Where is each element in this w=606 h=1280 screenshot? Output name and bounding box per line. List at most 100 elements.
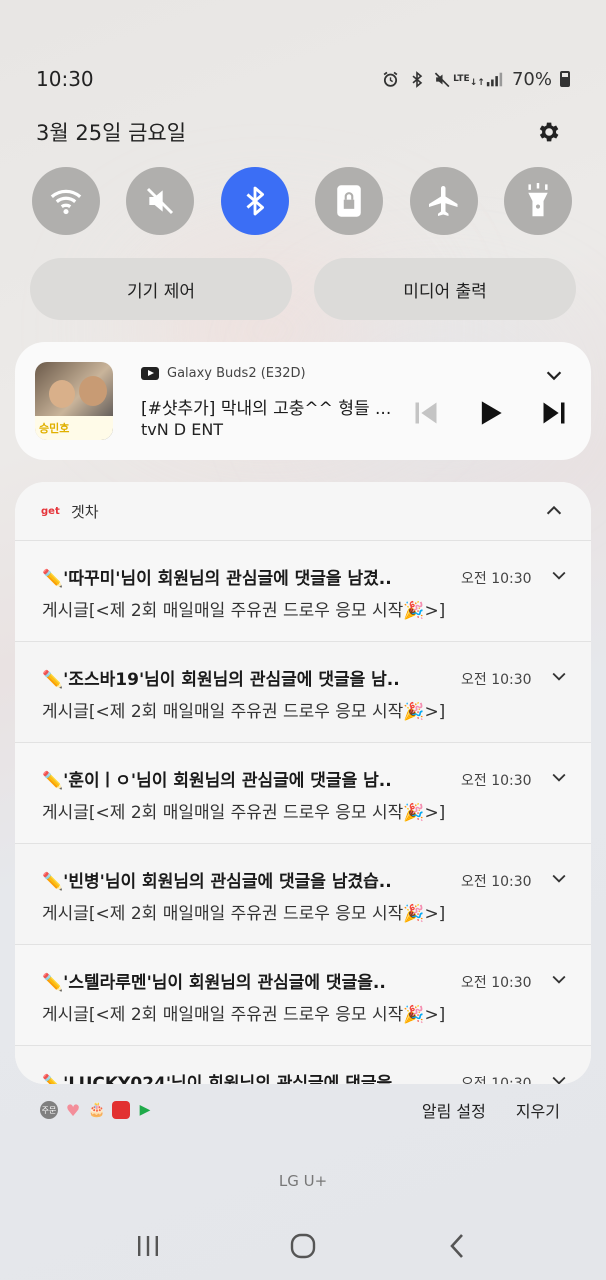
toggle-airplane-mode[interactable] bbox=[409, 167, 478, 235]
alarm-icon bbox=[382, 70, 400, 88]
notification-item[interactable]: ✏️'조스바19'님이 회원님의 관심글에 댓글을 남.. 오전 10:30 게시글… bbox=[15, 641, 591, 742]
bluetooth-icon bbox=[408, 70, 426, 88]
toggle-bluetooth[interactable] bbox=[220, 167, 289, 235]
chevron-down-icon[interactable] bbox=[549, 767, 569, 787]
wifi-icon bbox=[50, 189, 82, 215]
media-output-button[interactable]: 미디어 출력 bbox=[314, 258, 576, 320]
notification-list: ✏️'따꾸미'님이 회원님의 관심글에 댓글을 남겼.. 오전 10:30 게시글[… bbox=[15, 540, 591, 1084]
previous-button[interactable] bbox=[411, 398, 441, 428]
notification-body: 게시글[<제 2회 매일매일 주유권 드로우 응모 시작🎉>] bbox=[42, 702, 446, 722]
pencil-icon: ✏️ bbox=[42, 670, 64, 690]
signal-icon bbox=[486, 70, 504, 88]
lock-icon bbox=[337, 185, 361, 217]
media-source: Galaxy Buds2 (E32D) bbox=[141, 366, 306, 381]
home-icon bbox=[290, 1233, 316, 1259]
media-player-card[interactable]: 승민호 Galaxy Buds2 (E32D) [#샷추가] 막내의 고충^^ … bbox=[15, 342, 591, 460]
notification-time: 오전 10:30 bbox=[461, 773, 532, 789]
shopping-bag-icon bbox=[112, 1101, 130, 1119]
cake-icon: 🎂 bbox=[88, 1102, 106, 1118]
notification-time: 오전 10:30 bbox=[461, 874, 532, 890]
recents-button[interactable] bbox=[128, 1226, 168, 1266]
notification-title: ✏️'빈병'님이 회원님의 관심글에 댓글을 남겼습.. bbox=[42, 872, 392, 892]
media-thumbnail: 승민호 bbox=[35, 362, 113, 440]
toggle-rotation-lock[interactable] bbox=[315, 167, 384, 235]
notification-item[interactable]: ✏️'LUCKY024'님이 회원님의 관심글에 댓글을.. 오전 10:30 bbox=[15, 1045, 591, 1084]
toggle-sound[interactable] bbox=[126, 167, 195, 235]
app-icon: get bbox=[41, 505, 60, 517]
chevron-down-icon[interactable] bbox=[549, 969, 569, 989]
pencil-icon: ✏️ bbox=[42, 1074, 64, 1084]
notification-item[interactable]: ✏️'빈병'님이 회원님의 관심글에 댓글을 남겼습.. 오전 10:30 게시글[… bbox=[15, 843, 591, 944]
airplane-icon bbox=[428, 186, 458, 216]
play-icon bbox=[481, 401, 502, 425]
notification-time: 오전 10:30 bbox=[461, 1076, 532, 1084]
notification-title: ✏️'LUCKY024'님이 회원님의 관심글에 댓글을.. bbox=[42, 1069, 452, 1084]
toggle-flashlight[interactable] bbox=[503, 167, 572, 235]
bluetooth-icon bbox=[246, 186, 264, 216]
pencil-icon: ✏️ bbox=[42, 872, 64, 892]
chevron-down-icon[interactable] bbox=[549, 868, 569, 888]
status-icons: LTE ↓↑ 70% bbox=[382, 69, 570, 90]
media-controls bbox=[411, 398, 569, 428]
notification-item[interactable]: ✏️'훈이ㅣㅇ'님이 회원님의 관심글에 댓글을 남.. 오전 10:30 게시글[… bbox=[15, 742, 591, 843]
chevron-down-icon[interactable] bbox=[549, 666, 569, 686]
youtube-icon bbox=[141, 367, 159, 380]
back-button[interactable] bbox=[438, 1226, 478, 1266]
notification-time: 오전 10:30 bbox=[461, 975, 532, 991]
date-text: 3월 25일 금요일 bbox=[36, 121, 187, 145]
notification-group-header[interactable]: get 겟차 bbox=[15, 482, 591, 540]
chevron-down-icon[interactable] bbox=[549, 1070, 569, 1084]
notification-group: get 겟차 ✏️'따꾸미'님이 회원님의 관심글에 댓글을 남겼.. 오전 10… bbox=[15, 482, 591, 1084]
back-icon bbox=[450, 1234, 464, 1258]
notification-time: 오전 10:30 bbox=[461, 571, 532, 587]
notification-title: ✏️'따꾸미'님이 회원님의 관심글에 댓글을 남겼.. bbox=[42, 569, 392, 589]
clock: 10:30 bbox=[36, 67, 94, 91]
ad-app-icon: 주문 bbox=[40, 1101, 58, 1119]
notification-time: 오전 10:30 bbox=[461, 672, 532, 688]
next-button[interactable] bbox=[539, 398, 569, 428]
clear-button[interactable]: 지우기 bbox=[516, 1098, 560, 1122]
media-artist: tvN D ENT bbox=[141, 420, 224, 439]
chevron-down-icon[interactable] bbox=[543, 364, 565, 386]
notification-body: 게시글[<제 2회 매일매일 주유권 드로우 응모 시작🎉>] bbox=[42, 904, 446, 924]
battery-percent: 70% bbox=[511, 68, 552, 90]
notification-title: ✏️'조스바19'님이 회원님의 관심글에 댓글을 남.. bbox=[42, 670, 400, 690]
play-button[interactable] bbox=[475, 398, 505, 428]
recents-icon bbox=[137, 1236, 158, 1256]
chevron-up-icon[interactable] bbox=[543, 500, 565, 522]
media-output-device: Galaxy Buds2 (E32D) bbox=[167, 366, 306, 381]
app-name: 겟차 bbox=[71, 502, 99, 521]
date-row: 3월 25일 금요일 bbox=[36, 116, 562, 148]
mute-icon bbox=[434, 70, 452, 88]
mute-icon bbox=[147, 187, 174, 215]
pill-row: 기기 제어 미디어 출력 bbox=[30, 258, 576, 320]
battery-icon bbox=[560, 71, 570, 87]
notification-item[interactable]: ✏️'따꾸미'님이 회원님의 관심글에 댓글을 남겼.. 오전 10:30 게시글[… bbox=[15, 540, 591, 641]
notification-item[interactable]: ✏️'스텔라루멘'님이 회원님의 관심글에 댓글을.. 오전 10:30 게시글[<… bbox=[15, 944, 591, 1045]
notification-body: 게시글[<제 2회 매일매일 주유권 드로우 응모 시작🎉>] bbox=[42, 803, 446, 823]
skip-next-icon bbox=[543, 402, 565, 424]
status-bar: 10:30 LTE ↓↑ 70% bbox=[36, 64, 570, 94]
carrier-label: LG U+ bbox=[278, 1172, 328, 1190]
notification-body: 게시글[<제 2회 매일매일 주유권 드로우 응모 시작🎉>] bbox=[42, 1005, 446, 1025]
network-type: LTE ↓↑ bbox=[453, 73, 485, 88]
pencil-icon: ✏️ bbox=[42, 569, 64, 589]
notification-body: 게시글[<제 2회 매일매일 주유권 드로우 응모 시작🎉>] bbox=[42, 601, 446, 621]
notification-title: ✏️'훈이ㅣㅇ'님이 회원님의 관심글에 댓글을 남.. bbox=[42, 771, 392, 791]
other-app-icons: 주문 ♥ 🎂 ▶ bbox=[40, 1100, 392, 1120]
device-control-button[interactable]: 기기 제어 bbox=[30, 258, 292, 320]
toggle-wifi[interactable] bbox=[32, 167, 100, 235]
chevron-down-icon[interactable] bbox=[549, 565, 569, 585]
quick-toggles bbox=[32, 167, 572, 235]
flashlight-icon bbox=[528, 183, 548, 217]
heart-icon: ♥ bbox=[65, 1100, 81, 1120]
skip-previous-icon bbox=[415, 402, 437, 424]
notification-settings-button[interactable]: 알림 설정 bbox=[422, 1098, 486, 1122]
pencil-icon: ✏️ bbox=[42, 973, 64, 993]
media-title: [#샷추가] 막내의 고충^^ 형들 ... bbox=[141, 399, 391, 419]
pencil-icon: ✏️ bbox=[42, 771, 64, 791]
navigation-bar bbox=[0, 1218, 606, 1274]
play-store-icon: ▶ bbox=[139, 1102, 151, 1118]
gear-icon[interactable] bbox=[534, 118, 562, 146]
home-button[interactable] bbox=[283, 1226, 323, 1266]
